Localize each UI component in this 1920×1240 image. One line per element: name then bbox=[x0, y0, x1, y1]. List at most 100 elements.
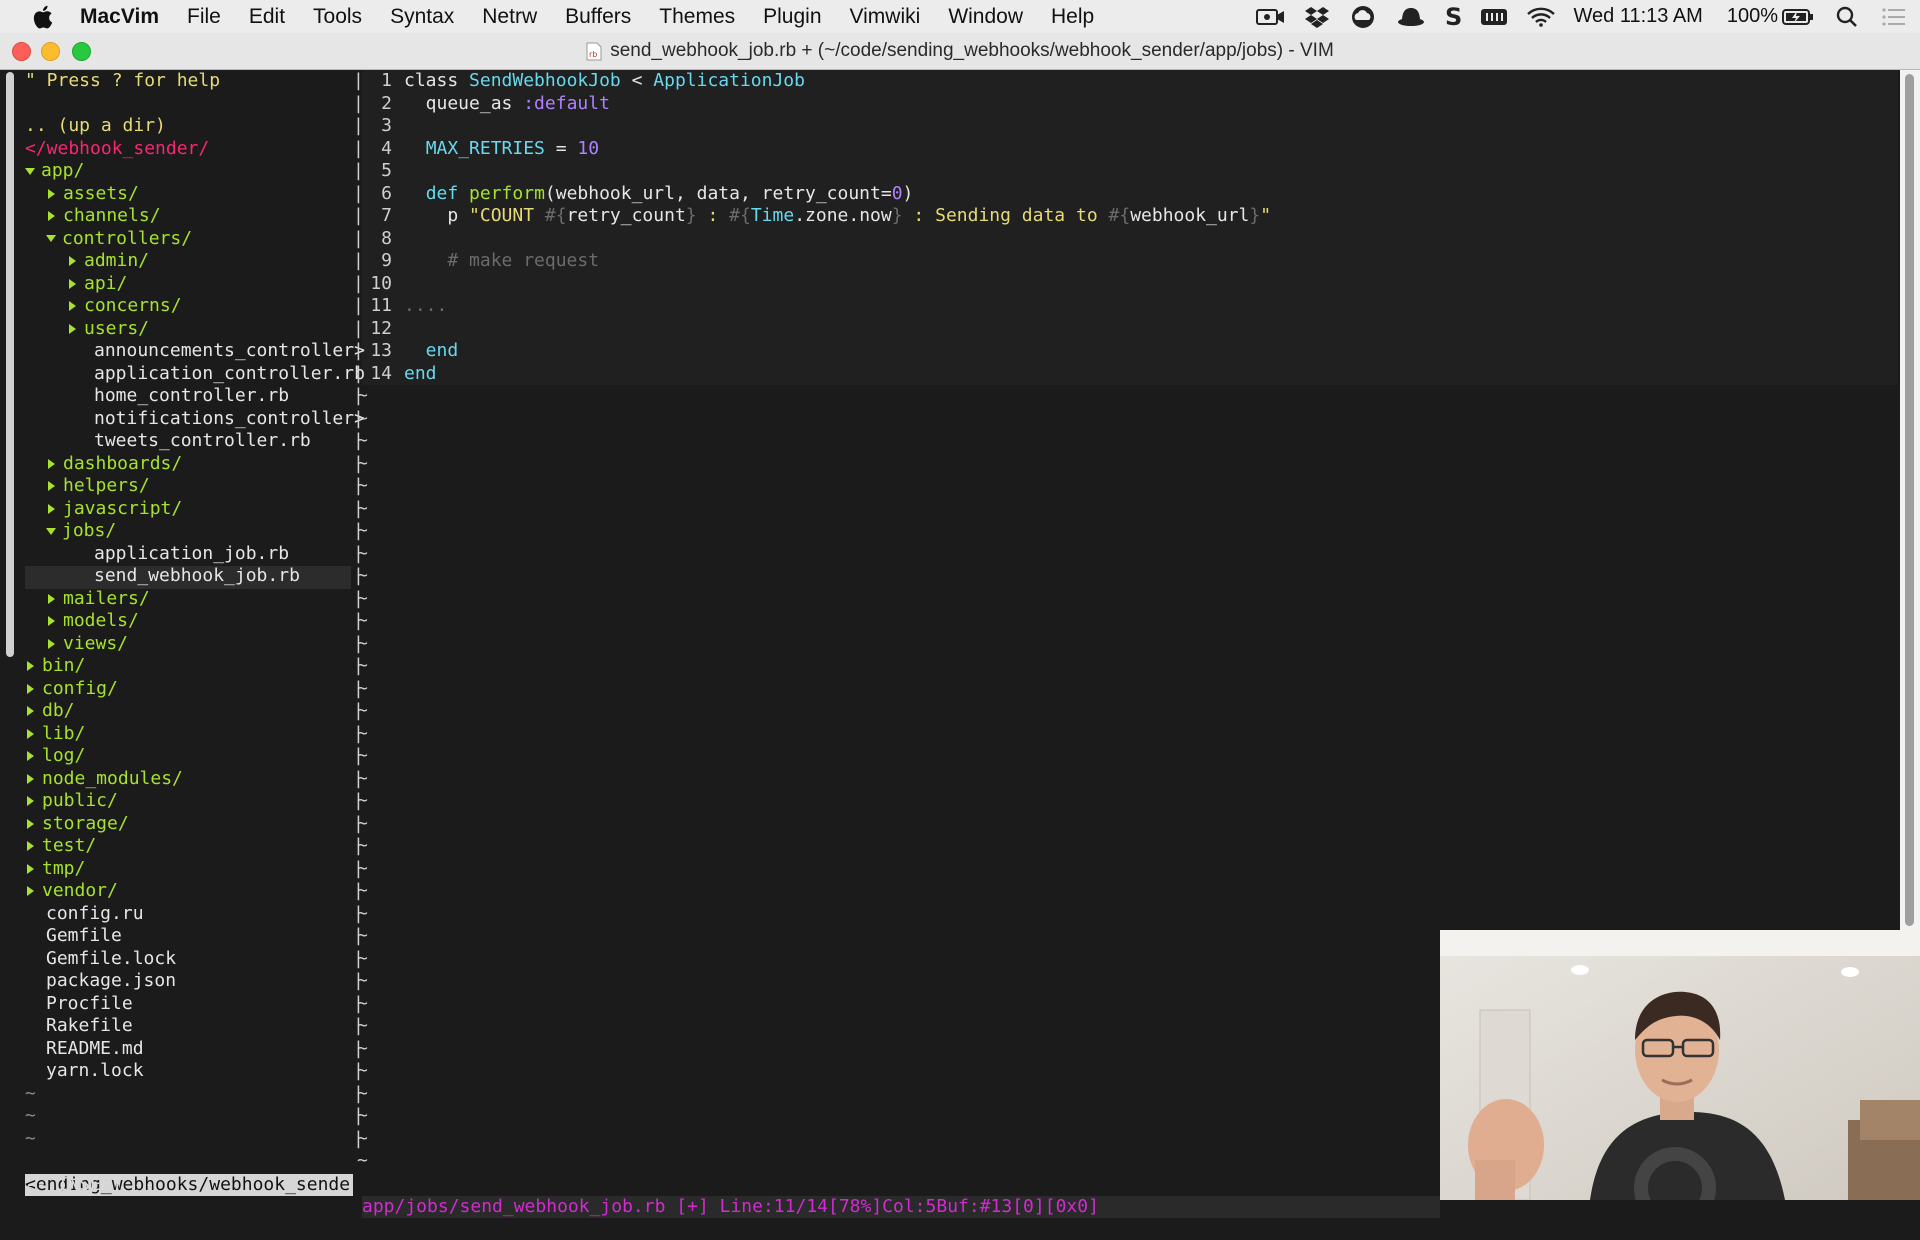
netrw-directory[interactable]: concerns/ bbox=[67, 295, 182, 318]
netrw-directory[interactable]: bin/ bbox=[25, 655, 85, 678]
netrw-directory[interactable]: api/ bbox=[67, 273, 127, 296]
menu-macvim[interactable]: MacVim bbox=[80, 5, 159, 29]
netrw-file[interactable]: home_controller.rb bbox=[94, 385, 289, 408]
code-line[interactable]: p "COUNT #{retry_count} : #{Time.zone.no… bbox=[404, 205, 1271, 228]
code-line[interactable]: # make request bbox=[404, 250, 599, 273]
menu-netrw[interactable]: Netrw bbox=[482, 5, 537, 29]
folder-collapsed-icon[interactable] bbox=[27, 661, 34, 671]
netrw-file[interactable]: notifications_controller> bbox=[94, 408, 365, 431]
notification-center-icon[interactable] bbox=[1882, 7, 1906, 27]
folder-collapsed-icon[interactable] bbox=[27, 773, 34, 784]
netrw-directory[interactable]: lib/ bbox=[25, 723, 85, 746]
netrw-directory[interactable]: channels/ bbox=[46, 205, 161, 228]
netrw-directory[interactable]: models/ bbox=[46, 610, 139, 633]
folder-collapsed-icon[interactable] bbox=[48, 481, 55, 491]
netrw-directory[interactable]: db/ bbox=[25, 700, 75, 723]
netrw-directory[interactable]: test/ bbox=[25, 835, 96, 858]
netrw-directory[interactable]: log/ bbox=[25, 745, 85, 768]
netrw-file[interactable]: package.json bbox=[46, 970, 176, 993]
left-scrollbar[interactable] bbox=[6, 72, 14, 657]
folder-collapsed-icon[interactable] bbox=[27, 841, 34, 851]
netrw-directory[interactable]: controllers/ bbox=[46, 228, 192, 251]
menu-buffers[interactable]: Buffers bbox=[565, 5, 631, 29]
netrw-directory[interactable]: dashboards/ bbox=[46, 453, 182, 476]
menu-window[interactable]: Window bbox=[948, 5, 1023, 29]
folder-collapsed-icon[interactable] bbox=[27, 706, 34, 716]
clock[interactable]: Wed 11:13 AM bbox=[1574, 5, 1703, 28]
right-scrollbar[interactable] bbox=[1900, 70, 1920, 930]
menu-help[interactable]: Help bbox=[1051, 5, 1094, 29]
menu-plugin[interactable]: Plugin bbox=[763, 5, 821, 29]
folder-collapsed-icon[interactable] bbox=[69, 256, 76, 266]
menu-syntax[interactable]: Syntax bbox=[390, 5, 454, 29]
folder-collapsed-icon[interactable] bbox=[48, 211, 55, 221]
netrw-directory[interactable]: node_modules/ bbox=[25, 768, 183, 791]
apple-icon[interactable] bbox=[30, 3, 58, 31]
netrw-file[interactable]: application_job.rb bbox=[94, 543, 289, 566]
netrw-directory[interactable]: helpers/ bbox=[46, 475, 150, 498]
netrw-directory[interactable]: tmp/ bbox=[25, 858, 85, 881]
battery-percent[interactable]: 100% bbox=[1727, 5, 1778, 28]
folder-collapsed-icon[interactable] bbox=[69, 301, 76, 311]
video-camera-icon[interactable] bbox=[1255, 6, 1286, 28]
netrw-directory[interactable]: assets/ bbox=[46, 183, 139, 206]
folder-collapsed-icon[interactable] bbox=[27, 796, 34, 806]
battery-charging-icon[interactable] bbox=[1782, 7, 1814, 27]
code-line[interactable]: end bbox=[404, 363, 437, 386]
wifi-icon[interactable] bbox=[1526, 6, 1556, 28]
netrw-file[interactable]: tweets_controller.rb bbox=[94, 430, 311, 453]
menu-file[interactable]: File bbox=[187, 5, 221, 29]
memory-icon[interactable] bbox=[1480, 6, 1508, 28]
folder-collapsed-icon[interactable] bbox=[27, 728, 34, 739]
folder-collapsed-icon[interactable] bbox=[69, 278, 76, 289]
netrw-directory[interactable]: app/ bbox=[25, 160, 84, 183]
menu-edit[interactable]: Edit bbox=[249, 5, 285, 29]
netrw-file[interactable]: announcements_controller> bbox=[94, 340, 365, 363]
folder-collapsed-icon[interactable] bbox=[27, 863, 34, 874]
folder-collapsed-icon[interactable] bbox=[69, 323, 76, 334]
netrw-file[interactable]: application_controller.rb bbox=[94, 363, 365, 386]
code-line[interactable]: queue_as :default bbox=[404, 93, 610, 116]
code-line[interactable]: MAX_RETRIES = 10 bbox=[404, 138, 599, 161]
netrw-directory[interactable]: jobs/ bbox=[46, 520, 116, 543]
netrw-file[interactable]: send_webhook_job.rb bbox=[94, 565, 300, 588]
code-line[interactable]: end bbox=[404, 340, 459, 363]
netrw-directory[interactable]: users/ bbox=[67, 318, 149, 341]
spotlight-search-icon[interactable] bbox=[1836, 6, 1858, 28]
netrw-file[interactable]: Rakefile bbox=[46, 1015, 133, 1038]
netrw-directory[interactable]: vendor/ bbox=[25, 880, 118, 903]
netrw-file[interactable]: yarn.lock bbox=[46, 1060, 144, 1083]
netrw-file[interactable]: Gemfile.lock bbox=[46, 948, 176, 971]
code-line[interactable]: class SendWebhookJob < ApplicationJob bbox=[404, 70, 805, 93]
menu-vimwiki[interactable]: Vimwiki bbox=[850, 5, 921, 29]
folder-collapsed-icon[interactable] bbox=[48, 188, 55, 199]
code-line[interactable]: def perform(webhook_url, data, retry_cou… bbox=[404, 183, 914, 206]
folder-collapsed-icon[interactable] bbox=[27, 683, 34, 694]
code-line[interactable]: .... bbox=[404, 295, 447, 318]
folder-collapsed-icon[interactable] bbox=[48, 638, 55, 649]
hat-icon[interactable] bbox=[1396, 5, 1426, 29]
folder-expanded-icon[interactable] bbox=[25, 167, 35, 175]
folder-collapsed-icon[interactable] bbox=[48, 458, 55, 469]
folder-collapsed-icon[interactable] bbox=[27, 751, 34, 761]
menu-themes[interactable]: Themes bbox=[659, 5, 735, 29]
netrw-file[interactable]: config.ru bbox=[46, 903, 144, 926]
netrw-directory[interactable]: mailers/ bbox=[46, 588, 150, 611]
s-logo-icon[interactable]: S bbox=[1444, 4, 1462, 30]
folder-expanded-icon[interactable] bbox=[46, 527, 56, 535]
cloud-icon[interactable] bbox=[1348, 5, 1378, 29]
netrw-file[interactable]: README.md bbox=[46, 1038, 144, 1061]
netrw-file[interactable]: Procfile bbox=[46, 993, 133, 1016]
right-scrollbar-thumb[interactable] bbox=[1905, 74, 1914, 926]
netrw-directory[interactable]: config/ bbox=[25, 678, 118, 701]
menu-tools[interactable]: Tools bbox=[313, 5, 362, 29]
folder-expanded-icon[interactable] bbox=[46, 235, 56, 242]
netrw-root-path[interactable]: </webhook_sender/ bbox=[25, 138, 209, 161]
netrw-directory[interactable]: javascript/ bbox=[46, 498, 182, 521]
folder-collapsed-icon[interactable] bbox=[48, 593, 55, 604]
netrw-up-directory[interactable]: .. (up a dir) bbox=[25, 115, 166, 138]
netrw-file-explorer[interactable]: " Press ? for help .. (up a dir) </webhook… bbox=[25, 70, 365, 1155]
netrw-directory[interactable]: views/ bbox=[46, 633, 128, 656]
folder-collapsed-icon[interactable] bbox=[48, 616, 55, 626]
dropbox-icon[interactable] bbox=[1304, 5, 1330, 29]
